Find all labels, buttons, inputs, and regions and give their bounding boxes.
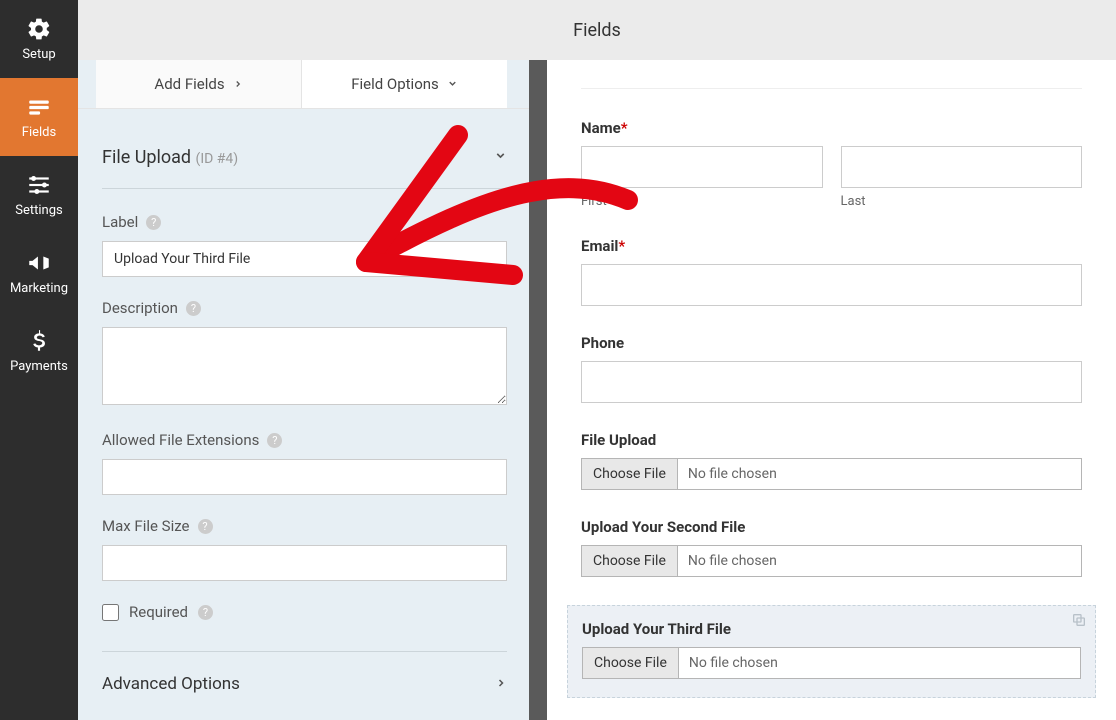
sidebar-label-settings: Settings (15, 203, 62, 218)
bullhorn-icon (26, 250, 52, 276)
section-title: File Upload (102, 147, 191, 168)
sidebar-label-payments: Payments (10, 359, 68, 374)
panel-divider (529, 60, 547, 720)
chevron-down-icon (494, 149, 507, 166)
help-icon[interactable]: ? (198, 605, 213, 620)
sidebar-item-setup[interactable]: Setup (0, 0, 78, 78)
choose-file-button: Choose File (582, 459, 678, 489)
file-upload-3-chooser[interactable]: Choose File No file chosen (582, 647, 1081, 679)
help-icon[interactable]: ? (186, 301, 201, 316)
choose-file-button: Choose File (582, 546, 678, 576)
advanced-options-toggle[interactable]: Advanced Options (102, 651, 507, 704)
tab-add-fields-label: Add Fields (154, 75, 224, 93)
preview-file-upload-label: File Upload (581, 431, 656, 449)
chevron-right-icon (495, 674, 507, 694)
help-icon[interactable]: ? (146, 215, 161, 230)
tab-field-options-label: Field Options (351, 75, 439, 93)
preview-email-label: Email (581, 237, 618, 255)
tab-field-options[interactable]: Field Options (302, 60, 507, 108)
chevron-right-icon (233, 75, 243, 93)
sidebar-label-marketing: Marketing (10, 281, 68, 296)
phone-input[interactable] (581, 361, 1082, 403)
section-id: (ID #4) (196, 151, 239, 167)
dollar-icon (26, 328, 52, 354)
last-sublabel: Last (841, 194, 1083, 209)
preview-second-file-label: Upload Your Second File (581, 518, 745, 536)
field-options-panel: Add Fields Field Options (78, 60, 529, 720)
allowed-extensions-label: Allowed File Extensions (102, 431, 259, 449)
first-name-input[interactable] (581, 146, 823, 188)
file-upload-2-chooser[interactable]: Choose File No file chosen (581, 545, 1082, 577)
preview-phone-label: Phone (581, 334, 624, 352)
no-file-chosen-text: No file chosen (678, 553, 777, 569)
highlighted-field-block: Upload Your Third File Choose File No fi… (567, 605, 1096, 698)
sidebar-item-fields[interactable]: Fields (0, 78, 78, 156)
max-file-size-label: Max File Size (102, 517, 190, 535)
email-input[interactable] (581, 264, 1082, 306)
last-name-input[interactable] (841, 146, 1083, 188)
page-title: Fields (573, 20, 621, 41)
max-file-size-input[interactable] (102, 545, 507, 581)
sidebar-label-setup: Setup (22, 47, 55, 62)
sidebar-label-fields: Fields (22, 125, 56, 140)
allowed-extensions-input[interactable] (102, 459, 507, 495)
sliders-icon (26, 172, 52, 198)
section-header-row[interactable]: File Upload (ID #4) (102, 135, 507, 189)
choose-file-button: Choose File (583, 648, 679, 678)
sidebar-item-marketing[interactable]: Marketing (0, 234, 78, 312)
sidebar: Setup Fields Settings Marketing Payments (0, 0, 78, 720)
duplicate-icon[interactable] (1071, 612, 1087, 632)
preview-name-label: Name (581, 119, 621, 137)
label-input[interactable] (102, 241, 507, 277)
chevron-down-icon (447, 75, 458, 93)
file-upload-1-chooser[interactable]: Choose File No file chosen (581, 458, 1082, 490)
help-icon[interactable]: ? (198, 519, 213, 534)
description-label: Description (102, 299, 178, 317)
form-fields-icon (26, 94, 52, 120)
tab-add-fields[interactable]: Add Fields (96, 60, 302, 108)
preview-third-file-label: Upload Your Third File (582, 620, 731, 638)
no-file-chosen-text: No file chosen (679, 655, 778, 671)
required-checkbox[interactable] (102, 604, 119, 621)
help-icon[interactable]: ? (267, 433, 282, 448)
description-input[interactable] (102, 327, 507, 405)
sidebar-item-settings[interactable]: Settings (0, 156, 78, 234)
gear-icon (26, 16, 52, 42)
required-label: Required (129, 603, 188, 621)
form-preview: Name* First Last (547, 60, 1116, 720)
first-sublabel: First (581, 194, 823, 209)
page-title-bar: Fields (78, 0, 1116, 60)
sidebar-item-payments[interactable]: Payments (0, 312, 78, 390)
label-field-label: Label (102, 213, 138, 231)
no-file-chosen-text: No file chosen (678, 466, 777, 482)
advanced-options-label: Advanced Options (102, 674, 240, 694)
